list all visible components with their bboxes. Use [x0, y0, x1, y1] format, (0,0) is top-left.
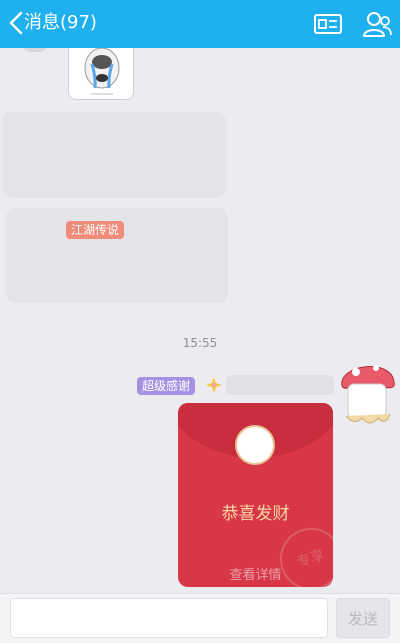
- chat-area[interactable]: 江湖传说 15:55 超级感谢 恭喜发财 专享 查看详情: [0, 48, 400, 593]
- message-timestamp: 15:55: [182, 336, 218, 350]
- id-card-icon[interactable]: [313, 9, 343, 39]
- red-packet-message[interactable]: 恭喜发财 专享 查看详情: [178, 403, 333, 587]
- title-bar: 消息(97): [0, 0, 400, 48]
- blurred-message-bubble: [2, 112, 226, 198]
- send-button[interactable]: 发送: [336, 598, 390, 638]
- avatar[interactable]: [20, 48, 50, 52]
- chevron-left-icon[interactable]: [6, 10, 26, 36]
- meme-sticker-image[interactable]: [68, 48, 134, 100]
- mushroom-avatar-icon[interactable]: [336, 356, 398, 428]
- red-packet-detail-link[interactable]: 查看详情: [178, 564, 333, 583]
- sparkle-icon: [206, 377, 222, 393]
- user-title-badge: 江湖传说: [66, 221, 125, 239]
- crying-face-icon: [84, 48, 120, 95]
- back-button-label[interactable]: 消息(97): [24, 11, 97, 35]
- message-input[interactable]: [10, 598, 328, 638]
- user-title-badge: 超级感谢: [137, 377, 196, 395]
- profile-icon[interactable]: [362, 9, 392, 39]
- message-input-bar: 发送: [0, 593, 400, 643]
- red-packet-seal-icon: [237, 427, 273, 463]
- red-packet-title: 恭喜发财: [221, 504, 290, 524]
- blurred-nickname: [226, 375, 334, 395]
